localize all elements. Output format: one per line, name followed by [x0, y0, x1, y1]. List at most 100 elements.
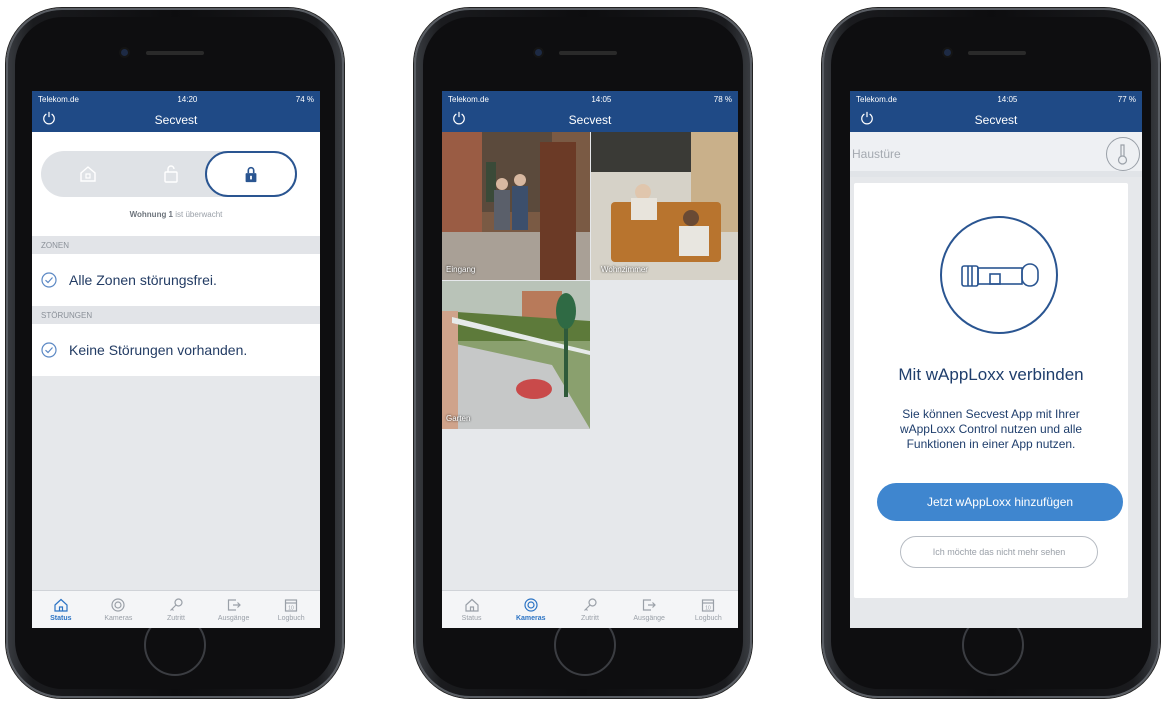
- faults-text: Keine Störungen vorhanden.: [69, 342, 248, 358]
- status-bar: Telekom.de 14:20 74 %: [32, 91, 320, 107]
- check-circle-icon: [41, 342, 57, 358]
- home-icon: [464, 598, 479, 612]
- carrier-label: Telekom.de: [856, 94, 897, 104]
- home-icon: [54, 598, 68, 612]
- nav-bar: Secvest: [850, 107, 1142, 132]
- tab-label: Ausgänge: [217, 615, 250, 622]
- camera-feed-living-room: [591, 132, 738, 280]
- tab-bar: Status Kameras Zutritt Ausgänge 10 Logbuc…: [32, 590, 320, 628]
- tab-kameras[interactable]: Kameras: [93, 597, 143, 622]
- tab-label: Ausgänge: [633, 615, 665, 622]
- camera-label: Garten: [446, 414, 471, 423]
- unlock-icon[interactable]: [161, 164, 181, 184]
- nav-bar: Secvest: [442, 107, 738, 132]
- key-icon: [170, 598, 183, 611]
- wapploxx-screen: Telekom.de 14:05 77 % Secvest Haustüre M…: [850, 91, 1142, 628]
- tab-status[interactable]: Status: [36, 597, 86, 622]
- tab-zutritt[interactable]: Zutritt: [151, 597, 201, 622]
- zones-text: Alle Zonen störungsfrei.: [69, 272, 217, 288]
- tab-label: Logbuch: [277, 615, 305, 622]
- lock-cylinder-icon: [961, 263, 1039, 287]
- key-icon: [584, 598, 597, 611]
- camera-feed-garden: [442, 281, 590, 429]
- camera-tile-wohnzimmer[interactable]: Wohnzimmer: [591, 132, 738, 280]
- lock-icon: [245, 166, 257, 183]
- key-button[interactable]: [1106, 137, 1140, 171]
- clock: 14:05: [591, 94, 612, 104]
- status-screen: Telekom.de 14:20 74 % Secvest Wohnung 1 …: [32, 91, 320, 628]
- card-description: Sie können Secvest App mit Ihrer wAppLox…: [899, 407, 1083, 451]
- front-camera: [944, 49, 951, 56]
- arm-panel: Wohnung 1 ist überwacht: [32, 132, 320, 236]
- calendar-day: 10: [706, 606, 712, 612]
- check-circle-icon: [41, 272, 57, 288]
- carrier-label: Telekom.de: [38, 94, 79, 104]
- home-mode-icon[interactable]: [78, 164, 98, 184]
- tab-logbuch[interactable]: 10 Logbuch: [266, 597, 316, 622]
- earpiece: [146, 51, 204, 55]
- exit-icon: [643, 599, 657, 611]
- arm-status-caption: Wohnung 1 ist überwacht: [32, 210, 320, 219]
- area-status: ist überwacht: [175, 210, 223, 219]
- phone-cameras: Telekom.de 14:05 78 % Secvest Eingang Wo…: [414, 8, 752, 698]
- power-icon[interactable]: [452, 111, 466, 125]
- tab-logbuch[interactable]: 10 Logbuch: [683, 597, 733, 622]
- cylinder-illustration: [940, 216, 1058, 334]
- calendar-icon: 10: [285, 599, 298, 612]
- tab-ausgaenge[interactable]: Ausgänge: [209, 597, 259, 622]
- add-wapploxx-button[interactable]: Jetzt wAppLoxx hinzufügen: [877, 483, 1123, 521]
- tab-label: Status: [461, 615, 482, 622]
- front-camera: [121, 49, 128, 56]
- tab-label: Kameras: [515, 615, 546, 622]
- arm-toggle[interactable]: [41, 151, 315, 199]
- camera-tile-eingang[interactable]: Eingang: [442, 132, 590, 280]
- card-heading: Mit wAppLoxx verbinden: [898, 365, 1084, 384]
- zones-row[interactable]: Alle Zonen störungsfrei.: [32, 254, 320, 306]
- camera-feed-entrance: [442, 132, 590, 280]
- door-name: Haustüre: [852, 147, 901, 161]
- nav-title: Secvest: [568, 112, 612, 127]
- earpiece: [559, 51, 617, 55]
- clock: 14:05: [997, 94, 1018, 104]
- camera-label: Eingang: [446, 265, 476, 274]
- faults-header: STÖRUNGEN: [32, 306, 320, 324]
- tab-ausgaenge[interactable]: Ausgänge: [624, 597, 674, 622]
- status-bar: Telekom.de 14:05 77 %: [850, 91, 1142, 107]
- exit-icon: [227, 599, 241, 611]
- phone-wapploxx: Telekom.de 14:05 77 % Secvest Haustüre M…: [822, 8, 1160, 698]
- battery-label: 74 %: [295, 94, 314, 104]
- tab-bar: Status Kameras Zutritt Ausgänge 10 Logbuc…: [442, 590, 738, 628]
- nav-title: Secvest: [154, 112, 198, 127]
- tab-zutritt[interactable]: Zutritt: [565, 597, 615, 622]
- tab-label: Logbuch: [694, 615, 722, 622]
- tab-label: Status: [50, 615, 72, 622]
- armed-indicator[interactable]: [205, 151, 297, 197]
- door-selector[interactable]: Haustüre: [850, 132, 1142, 177]
- battery-label: 77 %: [1117, 94, 1136, 104]
- nav-title: Secvest: [974, 112, 1018, 127]
- tab-label: Zutritt: [167, 615, 185, 622]
- camera-grid: Eingang Wohnzimmer Garten: [442, 132, 738, 592]
- power-icon[interactable]: [42, 111, 56, 125]
- camera-tile-garten[interactable]: Garten: [442, 281, 590, 429]
- status-bar: Telekom.de 14:05 78 %: [442, 91, 738, 107]
- wapploxx-card: Mit wAppLoxx verbinden Sie können Secves…: [854, 183, 1128, 598]
- tab-kameras[interactable]: Kameras: [506, 597, 556, 622]
- tab-label: Kameras: [104, 615, 133, 622]
- clock: 14:20: [177, 94, 198, 104]
- power-icon[interactable]: [860, 111, 874, 125]
- calendar-icon: 10: [702, 599, 715, 612]
- camera-label: Wohnzimmer: [601, 265, 648, 274]
- faults-row[interactable]: Keine Störungen vorhanden.: [32, 324, 320, 376]
- camera-icon: [111, 598, 125, 612]
- calendar-day: 10: [288, 606, 294, 612]
- nav-bar: Secvest: [32, 107, 320, 132]
- tab-label: Zutritt: [581, 615, 599, 622]
- cameras-screen: Telekom.de 14:05 78 % Secvest Eingang Wo…: [442, 91, 738, 628]
- zones-header: ZONEN: [32, 236, 320, 254]
- tab-status[interactable]: Status: [447, 597, 497, 622]
- battery-label: 78 %: [713, 94, 732, 104]
- dismiss-button[interactable]: Ich möchte das nicht mehr sehen: [900, 536, 1098, 568]
- earpiece: [968, 51, 1026, 55]
- area-name: Wohnung 1: [129, 210, 174, 219]
